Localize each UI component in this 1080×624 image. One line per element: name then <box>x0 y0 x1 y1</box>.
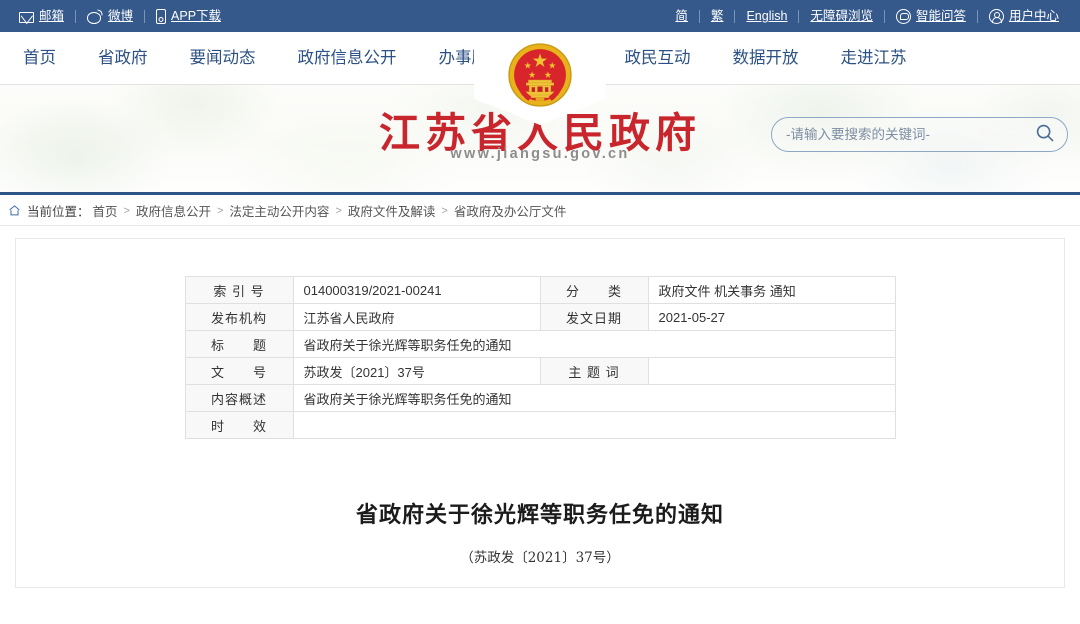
breadcrumb-separator: > <box>216 204 224 217</box>
topbar-item-simplified[interactable]: 简 <box>664 0 699 32</box>
breadcrumb-item-home[interactable]: 首页 <box>93 201 118 220</box>
topbar-item-label: 智能问答 <box>915 9 966 23</box>
top-utility-bar: 邮箱 微博 APP下载 简 繁 English 无障碍浏览 智能问答 用户中心 <box>0 0 1080 32</box>
weibo-icon <box>87 10 103 24</box>
meta-key-publish-date: 发文日期 <box>539 303 649 331</box>
divider <box>75 9 77 23</box>
meta-key-index-number: 索 引 号 <box>184 276 294 304</box>
breadcrumb-separator: > <box>441 204 448 217</box>
table-row: 发布机构 江苏省人民政府 发文日期 2021-05-27 <box>184 303 896 331</box>
nav-item-about-jiangsu[interactable]: 走进江苏 <box>820 32 928 85</box>
topbar-item-label: 用户中心 <box>1008 9 1059 23</box>
breadcrumb-item-info-disclosure[interactable]: 政府信息公开 <box>136 201 211 220</box>
topbar-item-label: 繁 <box>710 9 724 23</box>
meta-key-category: 分 类 <box>539 276 649 304</box>
meta-value-category: 政府文件 机关事务 通知 <box>647 276 896 304</box>
meta-value-doc-number: 苏政发〔2021〕37号 <box>292 357 541 385</box>
topbar-item-label: APP下载 <box>171 9 222 23</box>
breadcrumb-bar: 当前位置： 首页 > 政府信息公开 > 法定主动公开内容 > 政府文件及解读 >… <box>0 195 1080 226</box>
topbar-item-label: English <box>746 9 788 23</box>
banner-content: 江苏省人民政府 www.jiangsu.gov.cn <box>0 85 1080 192</box>
nav-item-government-info-disclosure[interactable]: 政府信息公开 <box>277 32 418 85</box>
breadcrumb-item-statutory-content[interactable]: 法定主动公开内容 <box>229 201 329 220</box>
meta-key-title: 标 题 <box>184 330 294 358</box>
site-banner: 江苏省人民政府 www.jiangsu.gov.cn <box>0 85 1080 195</box>
divider <box>144 9 146 23</box>
nav-item-open-data[interactable]: 数据开放 <box>712 32 820 85</box>
search-button[interactable] <box>1023 118 1067 151</box>
breadcrumb-item-provincial-office-docs[interactable]: 省政府及办公厅文件 <box>454 201 567 220</box>
divider <box>976 9 978 23</box>
main-navigation: 首页 省政府 要闻动态 政府信息公开 办事服务 政民互动 数据开放 走进江苏 <box>0 32 1080 85</box>
meta-key-summary: 内容概述 <box>184 384 294 412</box>
table-row: 标 题 省政府关于徐光辉等职务任免的通知 <box>184 330 896 358</box>
meta-key-publisher: 发布机构 <box>184 303 294 331</box>
meta-value-publisher: 江苏省人民政府 <box>292 303 541 331</box>
nav-right-group: 政民互动 数据开放 走进江苏 <box>604 32 928 85</box>
meta-key-validity: 时 效 <box>184 411 294 439</box>
topbar-left-group: 邮箱 微博 APP下载 <box>0 0 232 32</box>
nav-item-home[interactable]: 首页 <box>2 32 77 85</box>
document-meta-table: 索 引 号 014000319/2021-00241 分 类 政府文件 机关事务… <box>184 276 896 439</box>
topbar-item-traditional[interactable]: 繁 <box>700 0 735 32</box>
search-box[interactable] <box>771 117 1068 152</box>
mail-icon <box>19 11 34 23</box>
breadcrumb-separator: > <box>335 204 342 217</box>
meta-value-title: 省政府关于徐光辉等职务任免的通知 <box>292 330 896 358</box>
meta-key-doc-number: 文 号 <box>184 357 294 385</box>
meta-value-validity <box>292 411 896 439</box>
topbar-item-label: 简 <box>675 9 688 23</box>
topbar-item-english[interactable]: English <box>735 0 798 32</box>
topbar-item-smart-qa[interactable]: 智能问答 <box>885 0 977 32</box>
nav-left-group: 首页 省政府 要闻动态 政府信息公开 办事服务 <box>2 32 526 85</box>
document-card: 索 引 号 014000319/2021-00241 分 类 政府文件 机关事务… <box>15 238 1065 588</box>
topbar-item-label: 邮箱 <box>39 9 65 23</box>
table-row: 文 号 苏政发〔2021〕37号 主 题 词 <box>184 357 896 385</box>
table-row: 内容概述 省政府关于徐光辉等职务任免的通知 <box>184 384 896 412</box>
nav-item-services[interactable]: 办事服务 <box>418 32 526 85</box>
divider <box>734 9 736 23</box>
breadcrumb-separator: > <box>123 204 130 217</box>
document-title: 省政府关于徐光辉等职务任免的通知 <box>355 502 724 528</box>
divider <box>798 9 800 23</box>
table-row: 时 效 <box>184 411 896 439</box>
page-body: 索 引 号 014000319/2021-00241 分 类 政府文件 机关事务… <box>0 226 1080 588</box>
topbar-item-label: 无障碍浏览 <box>810 9 873 23</box>
user-icon <box>988 8 1004 24</box>
meta-value-subject-words <box>647 357 896 385</box>
meta-value-index-number: 014000319/2021-00241 <box>292 276 541 304</box>
main-navigation-bar: 首页 省政府 要闻动态 政府信息公开 办事服务 政民互动 数据开放 走进江苏 <box>0 32 1080 125</box>
qa-robot-icon <box>895 8 911 24</box>
topbar-right-group: 简 繁 English 无障碍浏览 智能问答 用户中心 <box>664 0 1070 32</box>
meta-value-publish-date: 2021-05-27 <box>647 303 896 331</box>
home-icon <box>8 204 21 217</box>
breadcrumb-item-documents-interpretation[interactable]: 政府文件及解读 <box>348 201 436 220</box>
nav-item-news[interactable]: 要闻动态 <box>169 32 277 85</box>
topbar-item-label: 微博 <box>108 9 134 23</box>
topbar-item-mail[interactable]: 邮箱 <box>8 0 75 32</box>
nav-item-interaction[interactable]: 政民互动 <box>604 32 712 85</box>
topbar-item-user-center[interactable]: 用户中心 <box>978 0 1070 32</box>
meta-value-summary: 省政府关于徐光辉等职务任免的通知 <box>292 384 896 412</box>
topbar-item-accessibility[interactable]: 无障碍浏览 <box>799 0 884 32</box>
meta-key-subject-words: 主 题 词 <box>539 357 649 385</box>
table-row: 索 引 号 014000319/2021-00241 分 类 政府文件 机关事务… <box>184 276 896 304</box>
search-icon <box>1034 122 1056 147</box>
topbar-item-app-download[interactable]: APP下载 <box>145 0 232 32</box>
nav-item-provincial-government[interactable]: 省政府 <box>77 32 169 85</box>
document-subtitle: （苏政发〔2021〕37号） <box>460 550 620 566</box>
search-input[interactable] <box>772 127 1023 142</box>
breadcrumb-label: 当前位置： <box>27 205 90 219</box>
topbar-item-weibo[interactable]: 微博 <box>76 0 144 32</box>
divider <box>698 9 700 23</box>
breadcrumb: 当前位置： 首页 > 政府信息公开 > 法定主动公开内容 > 政府文件及解读 >… <box>0 195 1080 226</box>
phone-icon <box>156 8 167 24</box>
divider <box>883 9 885 23</box>
